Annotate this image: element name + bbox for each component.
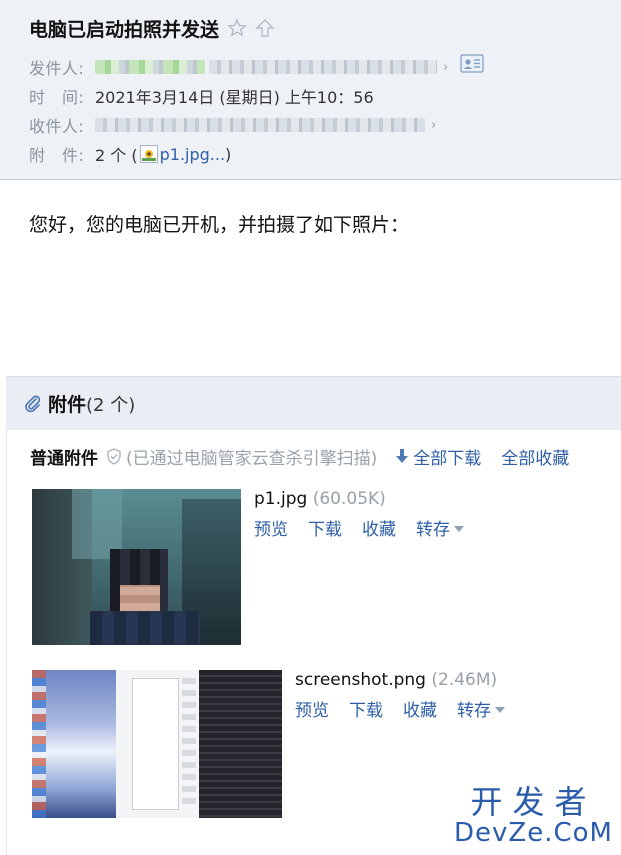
attachment-info: p1.jpg (60.05K) 预览 下载 收藏 转存: [254, 489, 464, 645]
mail-subject: 电脑已启动拍照并发送: [29, 18, 220, 41]
contact-card-icon[interactable]: [460, 54, 484, 73]
download-arrow-icon: [396, 449, 409, 463]
sender-label: 发件人:: [29, 59, 85, 78]
caret-down-icon: [454, 526, 464, 532]
normal-attachments-label: 普通附件: [30, 448, 98, 469]
time-row: 时 间: 2021年3月14日 (星期日) 上午10：56: [29, 84, 374, 108]
email-view: 电脑已启动拍照并发送 发件人: › 时 间: 2021年3月14日 (星期日) …: [0, 0, 621, 855]
attachment-actions: 预览 下载 收藏 转存: [295, 696, 505, 721]
sender-row: 发件人: ›: [29, 55, 448, 79]
save-all-button[interactable]: 全部收藏: [501, 444, 569, 469]
attachment-size: (60.05K): [312, 489, 386, 509]
watermark-line1: 开发者: [470, 783, 597, 821]
preview-button[interactable]: 预览: [254, 515, 288, 540]
attachment-name-line: p1.jpg (60.05K): [254, 489, 464, 509]
download-button[interactable]: 下载: [308, 515, 342, 540]
chevron-right-icon[interactable]: ›: [431, 118, 436, 133]
attachment-name[interactable]: screenshot.png: [295, 670, 426, 690]
watermark-line2: DevZe.CoM: [454, 818, 613, 848]
attachment-size: (2.46M): [431, 670, 498, 690]
time-label: 时 间:: [29, 88, 85, 107]
attachment-name-line: screenshot.png (2.46M): [295, 670, 505, 690]
save-to-dropdown[interactable]: 转存: [457, 696, 505, 721]
attachments-row: 附 件: 2 个 ( p1.jpg... ): [29, 142, 231, 166]
save-to-label: 转存: [457, 701, 491, 721]
attachment-name[interactable]: p1.jpg: [254, 489, 307, 509]
image-file-icon: [139, 145, 158, 163]
attachments-header: 附件 (2 个): [6, 376, 621, 431]
download-all-button[interactable]: 全部下载: [395, 444, 481, 469]
download-button[interactable]: 下载: [349, 696, 383, 721]
time-value: 2021年3月14日 (星期日) 上午10：56: [95, 88, 374, 107]
screenshot-thumbnail[interactable]: [32, 670, 282, 818]
favorite-button[interactable]: 收藏: [403, 696, 437, 721]
download-all-label: 全部下载: [413, 448, 482, 469]
recipient-row: 收件人: ›: [29, 113, 436, 137]
subject-row: 电脑已启动拍照并发送: [29, 14, 275, 42]
attachment-item: screenshot.png (2.46M) 预览 下载 收藏 转存: [32, 670, 505, 818]
chevron-right-icon[interactable]: ›: [443, 60, 448, 75]
attachment-actions: 预览 下载 收藏 转存: [254, 515, 464, 540]
mail-header: 电脑已启动拍照并发送 发件人: › 时 间: 2021年3月14日 (星期日) …: [0, 0, 621, 180]
star-icon[interactable]: [227, 18, 247, 38]
recipient-label: 收件人:: [29, 117, 85, 136]
attachments-label: 附 件:: [29, 146, 85, 165]
caret-down-icon: [495, 707, 505, 713]
shield-check-icon: [107, 447, 121, 465]
favorite-button[interactable]: 收藏: [362, 515, 396, 540]
preview-button[interactable]: 预览: [295, 696, 329, 721]
site-watermark: 开发者 DevZe.CoM: [454, 785, 613, 847]
scan-note-text: (已通过电脑管家云查杀引擎扫描): [126, 448, 378, 469]
attachments-title: 附件: [48, 394, 87, 416]
attachments-toolbar: 普通附件 (已通过电脑管家云查杀引擎扫描) 全部下载 全部收藏: [30, 442, 569, 470]
attachments-count: 2 个 (: [95, 146, 138, 165]
arrow-up-icon[interactable]: [255, 18, 275, 38]
save-to-label: 转存: [416, 520, 450, 540]
attachment-item: p1.jpg (60.05K) 预览 下载 收藏 转存: [32, 489, 464, 645]
photo-thumbnail[interactable]: [32, 489, 241, 645]
paperclip-icon: [25, 395, 41, 412]
attachments-first-file-link[interactable]: p1.jpg...: [160, 145, 225, 164]
scan-note: (已通过电脑管家云查杀引擎扫描): [106, 444, 377, 469]
sender-address-redacted: [209, 60, 437, 74]
attachments-count-label: (2 个): [86, 394, 136, 416]
sender-name-redacted[interactable]: [95, 60, 205, 74]
mail-body-text: 您好，您的电脑已开机，并拍摄了如下照片：: [29, 214, 410, 236]
attachments-close-paren: ): [225, 144, 232, 164]
save-to-dropdown[interactable]: 转存: [416, 515, 464, 540]
recipient-redacted[interactable]: [95, 118, 425, 132]
